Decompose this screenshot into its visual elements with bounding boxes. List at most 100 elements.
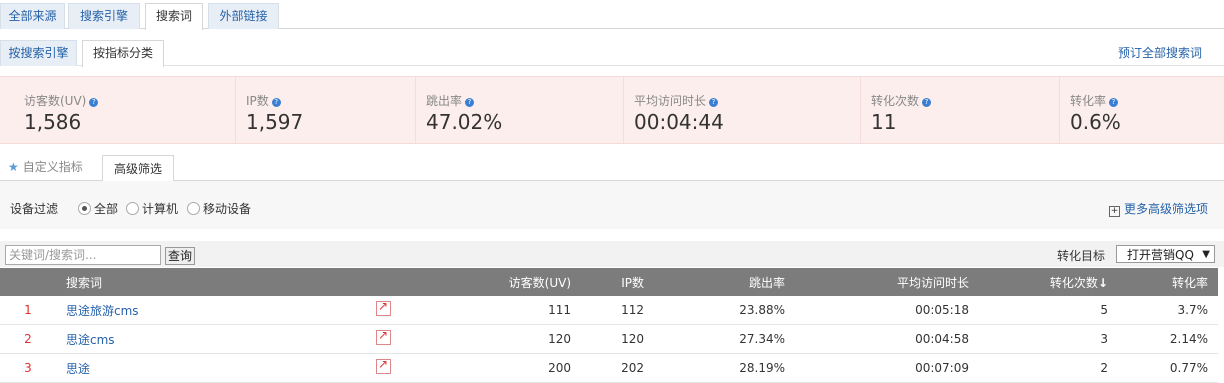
tab-search-keywords[interactable]: 搜索词 — [145, 3, 203, 30]
help-icon[interactable]: ? — [1109, 98, 1119, 107]
metric-value: 47.02% — [426, 110, 503, 134]
device-filter-label: 设备过滤 — [10, 202, 59, 216]
cell-ip: 112 — [581, 296, 654, 325]
keyword-link[interactable]: 思途旅游cms — [66, 304, 139, 318]
help-icon[interactable]: ? — [271, 98, 281, 107]
device-radio-computer[interactable]: 计算机 — [126, 200, 178, 217]
header-rank — [0, 268, 56, 296]
help-icon[interactable]: ? — [465, 98, 475, 107]
cell-bounce: 23.88% — [654, 296, 795, 325]
cell-rate: 3.7% — [1118, 296, 1218, 325]
device-radio-all[interactable]: 全部 — [78, 200, 118, 217]
cell-uv: 120 — [406, 324, 581, 354]
help-icon[interactable]: ? — [922, 98, 932, 107]
conversion-target-label: 转化目标 — [1057, 249, 1106, 263]
cell-ip: 202 — [581, 353, 654, 383]
plus-box-icon: + — [1108, 206, 1120, 217]
radio-label: 全部 — [94, 202, 119, 216]
view-tabs: 按搜索引擎 按指标分类 — [0, 38, 1224, 67]
metric-label: 平均访问时长 — [634, 94, 707, 108]
help-icon[interactable]: ? — [89, 98, 99, 107]
source-tabs: 全部来源 搜索引擎 搜索词 外部链接 — [0, 0, 1224, 30]
header-uv[interactable]: 访客数(UV) — [406, 268, 581, 296]
metric-conversion-rate: 转化率? 0.6% — [1059, 77, 1220, 143]
row-rank: 2 — [0, 324, 56, 354]
radio-label: 计算机 — [142, 202, 179, 216]
external-link-icon[interactable] — [376, 357, 391, 374]
radio-checked-icon — [78, 202, 91, 215]
more-filters-link[interactable]: + 更多高级筛选项 — [1108, 200, 1208, 217]
star-icon: ★ — [8, 160, 19, 174]
radio-label: 移动设备 — [203, 202, 252, 216]
conversion-target-select[interactable]: 打开营销QQ ▼ — [1116, 245, 1215, 263]
metric-label: 转化率 — [1070, 94, 1107, 108]
filter-panel: 设备过滤 全部 计算机 移动设备 + 更多高级筛选项 — [0, 181, 1224, 229]
row-rank: 1 — [0, 296, 56, 325]
metric-value: 1,586 — [24, 110, 82, 134]
metric-conversions: 转化次数? 11 — [860, 77, 1039, 143]
metric-value: 1,597 — [246, 110, 304, 134]
cell-rate: 2.14% — [1118, 324, 1218, 354]
tab-all-sources[interactable]: 全部来源 — [0, 3, 65, 29]
cell-bounce: 28.19% — [654, 353, 795, 383]
tab-by-metric[interactable]: 按指标分类 — [82, 40, 164, 67]
radio-unchecked-icon — [187, 202, 200, 215]
header-keyword[interactable]: 搜索词 — [56, 268, 366, 296]
cell-conversions: 2 — [979, 353, 1118, 383]
more-filters-label: 更多高级筛选项 — [1123, 202, 1208, 216]
metric-label: 访客数(UV) — [24, 94, 87, 108]
tab-external-links[interactable]: 外部链接 — [208, 3, 279, 29]
subscribe-all-keywords-link[interactable]: 预订全部搜索词 — [1118, 44, 1202, 61]
header-conversions[interactable]: 转化次数↓ — [979, 268, 1118, 296]
filter-tabs: ★ 自定义指标 高级筛选 — [0, 153, 1224, 182]
table-row: 2 思途cms 120 120 27.34% 00:04:58 3 2.14% — [0, 324, 1218, 354]
metric-value: 11 — [871, 110, 897, 134]
search-button[interactable]: 查询 — [165, 247, 196, 265]
dropdown-arrow-icon: ▼ — [1202, 249, 1210, 260]
metric-label: IP数 — [246, 94, 269, 108]
arrow-down-icon: ↓ — [1097, 275, 1108, 290]
cell-bounce: 27.34% — [654, 324, 795, 354]
metric-avg-duration: 平均访问时长? 00:04:44 — [623, 77, 839, 143]
cell-rate: 0.77% — [1118, 353, 1218, 383]
cell-duration: 00:05:18 — [795, 296, 979, 325]
radio-unchecked-icon — [126, 202, 139, 215]
external-link-icon[interactable] — [376, 328, 391, 345]
cell-uv: 111 — [406, 296, 581, 325]
row-rank: 3 — [0, 353, 56, 383]
cell-duration: 00:07:09 — [795, 353, 979, 383]
header-rate[interactable]: 转化率 — [1118, 268, 1218, 296]
external-link-icon[interactable] — [376, 299, 391, 316]
table-row: 3 思途 200 202 28.19% 00:07:09 2 0.77% — [0, 353, 1218, 383]
cell-duration: 00:04:58 — [795, 324, 979, 354]
keyword-link[interactable]: 思途cms — [66, 333, 115, 347]
cell-uv: 200 — [406, 353, 581, 383]
table-row: 1 思途旅游cms 111 112 23.88% 00:05:18 5 3.7% — [0, 296, 1218, 325]
cell-conversions: 3 — [979, 324, 1118, 354]
table-header-row: 搜索词 访客数(UV) IP数 跳出率 平均访问时长 转化次数↓ 转化率 — [0, 268, 1218, 296]
custom-metrics-label: 自定义指标 — [22, 160, 83, 174]
search-toolbar: 查询 转化目标 打开营销QQ ▼ — [0, 241, 1224, 267]
header-conversions-label: 转化次数 — [1049, 275, 1098, 290]
metric-value: 0.6% — [1070, 110, 1121, 134]
advanced-filter-tab[interactable]: 高级筛选 — [102, 155, 174, 182]
header-duration[interactable]: 平均访问时长 — [795, 268, 979, 296]
header-bounce[interactable]: 跳出率 — [654, 268, 795, 296]
header-ip[interactable]: IP数 — [581, 268, 654, 296]
device-radio-mobile[interactable]: 移动设备 — [187, 200, 251, 217]
tab-by-engine[interactable]: 按搜索引擎 — [0, 40, 77, 66]
custom-metrics-tab[interactable]: ★ 自定义指标 — [8, 158, 83, 175]
metrics-summary: 访客数(UV)? 1,586 IP数? 1,597 跳出率? 47.02% 平均… — [0, 76, 1224, 144]
keywords-table: 搜索词 访客数(UV) IP数 跳出率 平均访问时长 转化次数↓ 转化率 1 思… — [0, 268, 1218, 383]
metric-value: 00:04:44 — [634, 110, 724, 134]
keyword-search-input[interactable] — [5, 245, 161, 265]
select-value: 打开营销QQ — [1127, 248, 1194, 262]
metric-label: 跳出率 — [426, 94, 463, 108]
tab-search-engine[interactable]: 搜索引擎 — [68, 3, 140, 29]
help-icon[interactable]: ? — [709, 98, 719, 107]
header-link — [366, 268, 406, 296]
cell-ip: 120 — [581, 324, 654, 354]
metric-label: 转化次数 — [871, 94, 920, 108]
metric-uv: 访客数(UV)? 1,586 — [14, 77, 214, 143]
keyword-link[interactable]: 思途 — [66, 362, 90, 376]
